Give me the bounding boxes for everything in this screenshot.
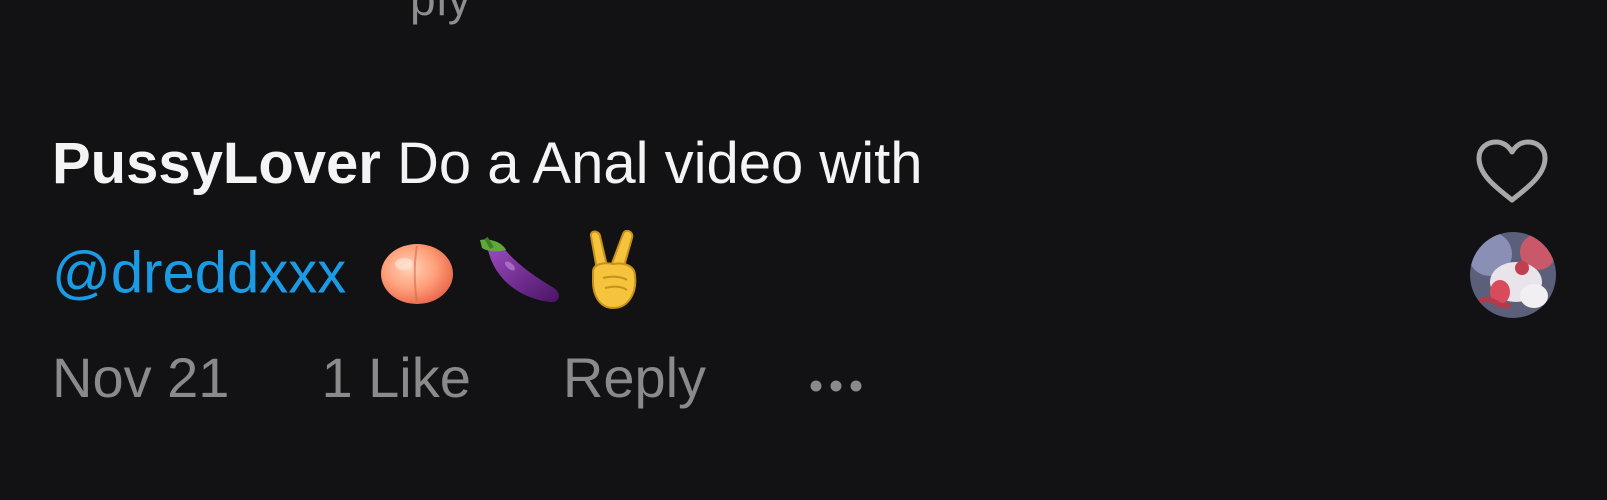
heart-outline-icon[interactable] (1474, 138, 1550, 211)
reply-button[interactable]: Reply (563, 345, 706, 410)
comment-line-1: PussyLover Do a Anal video with (52, 130, 1432, 198)
eggplant-emoji (480, 236, 560, 303)
comment: PussyLover Do a Anal video with @dreddxx… (52, 130, 1432, 318)
previous-comment-fragment: ply (410, 0, 472, 26)
comment-username[interactable]: PussyLover (52, 131, 381, 196)
victory-hand-emoji (589, 230, 636, 310)
comment-date: Nov 21 (52, 346, 230, 409)
comment-mention[interactable]: @dreddxxx (52, 240, 346, 305)
comment-line-2: @dreddxxx (52, 230, 1432, 318)
comment-likes-count[interactable]: 1 Like (321, 345, 470, 410)
comment-meta: Nov 21 1 Like Reply (52, 345, 866, 415)
peach-emoji (381, 244, 454, 304)
more-horizontal-icon[interactable] (806, 344, 866, 409)
emoji-row (378, 230, 652, 312)
comment-text: Do a Anal video with (396, 131, 923, 196)
avatar[interactable] (1470, 232, 1556, 318)
